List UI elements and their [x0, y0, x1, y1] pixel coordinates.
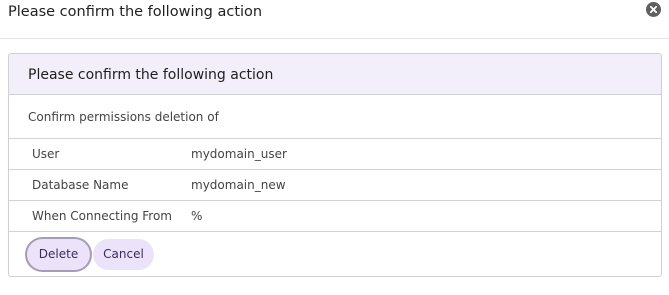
detail-value: mydomain_user	[191, 147, 287, 161]
panel-heading: Please confirm the following action	[9, 54, 661, 95]
confirmation-panel: Please confirm the following action Conf…	[8, 53, 662, 277]
close-icon	[649, 5, 658, 14]
dialog-header: Please confirm the following action	[0, 0, 669, 39]
dialog-title: Please confirm the following action	[8, 4, 263, 20]
detail-value: mydomain_new	[191, 178, 286, 192]
detail-label: Database Name	[32, 178, 129, 192]
detail-row-user: User mydomain_user	[9, 139, 661, 170]
description-text: Confirm permissions deletion of	[28, 110, 219, 124]
detail-label: User	[32, 147, 60, 161]
close-button[interactable]	[646, 2, 661, 17]
detail-row-connecting-from: When Connecting From %	[9, 201, 661, 232]
detail-label: When Connecting From	[32, 209, 172, 223]
cancel-button[interactable]: Cancel	[93, 239, 154, 270]
delete-button[interactable]: Delete	[27, 239, 90, 270]
action-bar: Delete Cancel	[9, 232, 661, 276]
detail-value: %	[191, 209, 203, 223]
panel-description: Confirm permissions deletion of	[9, 95, 661, 139]
panel-title: Please confirm the following action	[28, 67, 274, 83]
detail-row-database-name: Database Name mydomain_new	[9, 170, 661, 201]
